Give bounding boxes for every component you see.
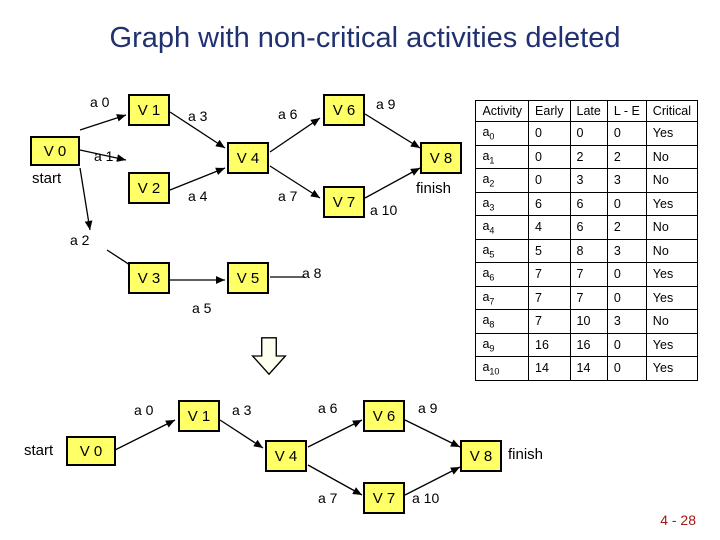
- table-header: Late: [570, 101, 607, 122]
- g1-edge-a4: a 4: [188, 188, 207, 204]
- g1-node-v7: V 7: [323, 186, 365, 218]
- table-header: L - E: [607, 101, 646, 122]
- g1-node-v2: V 2: [128, 172, 170, 204]
- table-row: a2033No: [476, 169, 698, 193]
- g2-finish-label: finish: [508, 446, 543, 463]
- table-row: a1022No: [476, 145, 698, 169]
- g1-node-v4: V 4: [227, 142, 269, 174]
- page-title: Graph with non-critical activities delet…: [50, 22, 680, 55]
- g2-edge-a7: a 7: [318, 490, 337, 506]
- g1-edge-a10: a 10: [370, 202, 397, 218]
- g2-node-v0: V 0: [66, 436, 116, 466]
- g2-edge-a9: a 9: [418, 400, 437, 416]
- g2-start-label: start: [24, 442, 53, 459]
- table-row: a916160Yes: [476, 333, 698, 357]
- g1-finish-label: finish: [416, 180, 451, 197]
- g2-node-v6: V 6: [363, 400, 405, 432]
- g2-node-v4: V 4: [265, 440, 307, 472]
- slide-number: 4 - 28: [660, 512, 696, 528]
- g1-node-v8: V 8: [420, 142, 462, 174]
- g2-node-v7: V 7: [363, 482, 405, 514]
- g1-edge-a1: a 1: [94, 148, 113, 164]
- g2-edge-a3: a 3: [232, 402, 251, 418]
- g1-edge-a5: a 5: [192, 300, 211, 316]
- g1-node-v0: V 0: [30, 136, 80, 166]
- table-header: Activity: [476, 101, 529, 122]
- g1-edge-a8: a 8: [302, 265, 321, 281]
- table-row: a0000Yes: [476, 122, 698, 146]
- g1-edge-a0: a 0: [90, 94, 109, 110]
- g1-node-v3: V 3: [128, 262, 170, 294]
- g1-edge-a3: a 3: [188, 108, 207, 124]
- g1-node-v1: V 1: [128, 94, 170, 126]
- g2-edge-a0: a 0: [134, 402, 153, 418]
- g1-edge-a7: a 7: [278, 188, 297, 204]
- table-row: a6770Yes: [476, 263, 698, 287]
- table-row: a7770Yes: [476, 286, 698, 310]
- activity-table: ActivityEarlyLateL - ECritical a0000Yesa…: [475, 100, 698, 381]
- g1-node-v6: V 6: [323, 94, 365, 126]
- table-row: a4462No: [476, 216, 698, 240]
- g1-edge-a9: a 9: [376, 96, 395, 112]
- g2-node-v1: V 1: [178, 400, 220, 432]
- table-row: a5583No: [476, 239, 698, 263]
- table-header: Critical: [646, 101, 697, 122]
- table-row: a3660Yes: [476, 192, 698, 216]
- g1-start-label: start: [32, 170, 61, 187]
- g2-edge-a10: a 10: [412, 490, 439, 506]
- g1-node-v5: V 5: [227, 262, 269, 294]
- g2-node-v8: V 8: [460, 440, 502, 472]
- g1-edge-a2: a 2: [70, 232, 89, 248]
- table-header: Early: [529, 101, 570, 122]
- down-arrow-icon: [250, 336, 288, 376]
- table-row: a1014140Yes: [476, 357, 698, 381]
- table-row: a87103No: [476, 310, 698, 334]
- g2-edge-a6: a 6: [318, 400, 337, 416]
- g1-edge-a6: a 6: [278, 106, 297, 122]
